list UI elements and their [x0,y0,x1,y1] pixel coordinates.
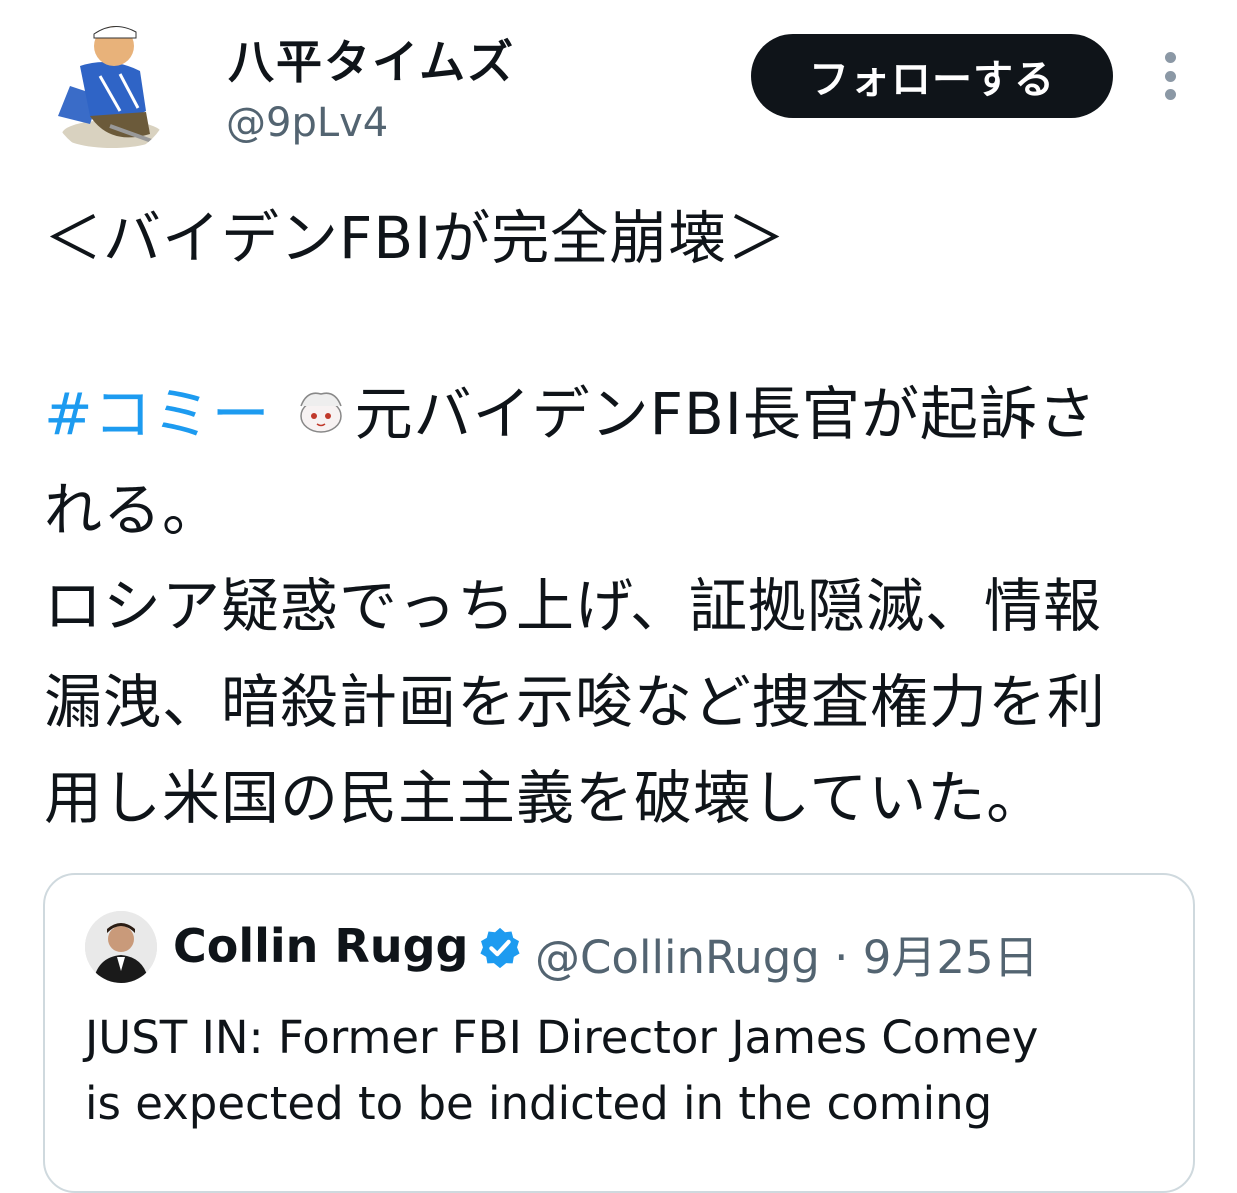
quote-author-name: Collin Rugg [173,919,469,973]
tweet-headline: ＜バイデンFBIが完全崩壊＞ [44,204,787,272]
tweet-line: ロシア疑惑でっち上げ、証拠隠滅、情報 [44,572,1102,640]
tweet-line: 漏洩、暗殺計画を示唆など捜査権力を利 [44,668,1107,736]
avatar-illustration [58,26,162,148]
author-handle[interactable]: @9pLv4 [226,100,388,146]
author-avatar[interactable] [50,16,170,156]
quote-handle-date: @CollinRugg · 9月25日 [535,931,1039,984]
quoted-tweet-card[interactable]: Collin Rugg @CollinRugg · 9月25日 JUST IN:… [43,873,1195,1193]
verified-badge-icon [480,927,520,969]
more-options-icon[interactable] [1150,48,1190,104]
more-dot [1164,89,1176,100]
tweet-line: #コミー 元バイデンFBI長官が起訴さ [44,366,1194,462]
tweet-line: 用し米国の民主主義を破壊していた。 [44,764,1046,832]
follow-button[interactable]: フォローする [751,34,1113,118]
quote-text-line: JUST IN: Former FBI Director James Comey [85,1011,1039,1064]
quote-text: JUST IN: Former FBI Director James Comey… [85,1005,1175,1137]
hashtag-link[interactable]: #コミー [44,380,271,448]
tweet-text: ＜バイデンFBIが完全崩壊＞ #コミー 元バイデンFBI長官が起訴さ れる。 ロシ… [44,190,1194,846]
more-dot [1164,52,1176,63]
tweet-line: れる。 [44,476,222,544]
more-dot [1164,70,1176,82]
tweet-line-text: 元バイデンFBI長官が起訴さ [354,380,1097,448]
quote-avatar-photo [85,911,157,983]
quote-text-line: is expected to be indicted in the coming [85,1077,993,1130]
author-display-name[interactable]: 八平タイムズ [228,26,515,92]
quote-author-avatar[interactable] [85,911,157,983]
character-emoji-icon [293,372,349,433]
